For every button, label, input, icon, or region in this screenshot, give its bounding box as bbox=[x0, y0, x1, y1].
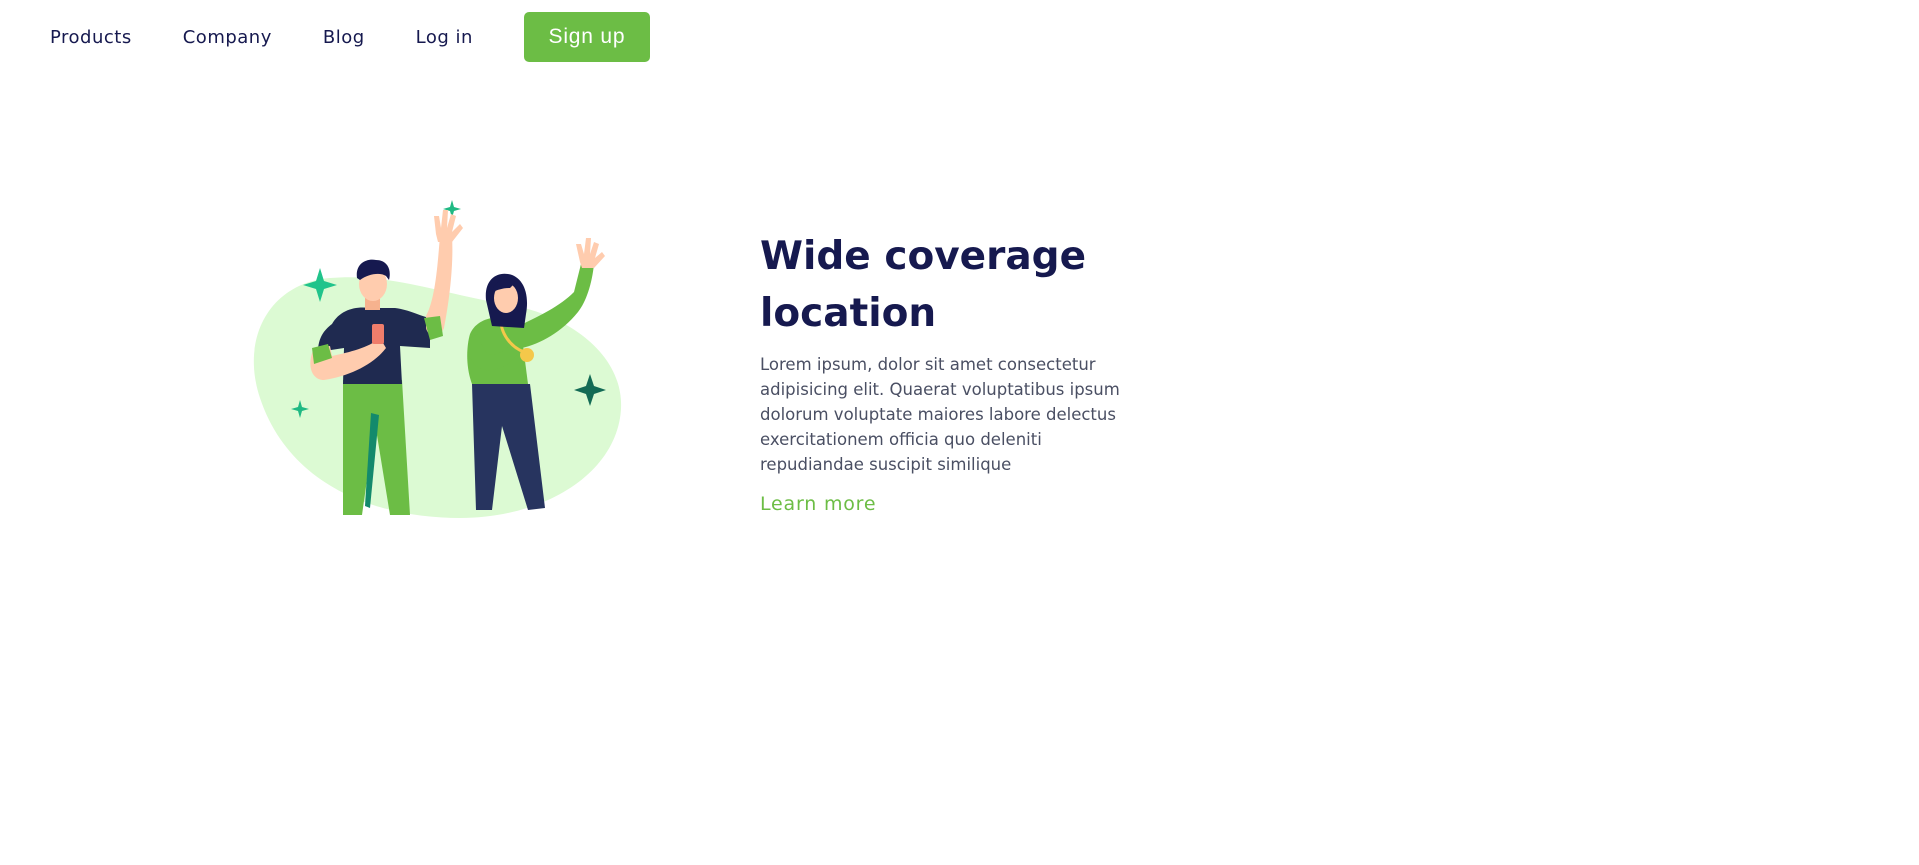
nav-link-company[interactable]: Company bbox=[183, 27, 272, 48]
feature-content: Wide coverage location Lorem ipsum, dolo… bbox=[760, 228, 1120, 515]
man-hand bbox=[434, 210, 463, 242]
signup-button[interactable]: Sign up bbox=[523, 12, 650, 62]
illustration-svg bbox=[253, 200, 622, 518]
feature-title-line1: Wide coverage bbox=[760, 234, 1087, 279]
learn-more-link[interactable]: Learn more bbox=[760, 493, 876, 515]
top-nav: Products Company Blog Log in Sign up bbox=[50, 12, 650, 62]
feature-description: Lorem ipsum, dolor sit amet consectetur … bbox=[760, 355, 1120, 474]
nav-link-products[interactable]: Products bbox=[50, 27, 132, 48]
man-phone bbox=[372, 324, 384, 344]
nav-link-blog[interactable]: Blog bbox=[323, 27, 365, 48]
nav-link-login[interactable]: Log in bbox=[416, 27, 473, 48]
feature-title-line2: location bbox=[760, 291, 937, 336]
people-waving-illustration bbox=[240, 188, 640, 528]
woman-hand bbox=[576, 238, 605, 268]
feature-title: Wide coverage location bbox=[760, 228, 1120, 342]
